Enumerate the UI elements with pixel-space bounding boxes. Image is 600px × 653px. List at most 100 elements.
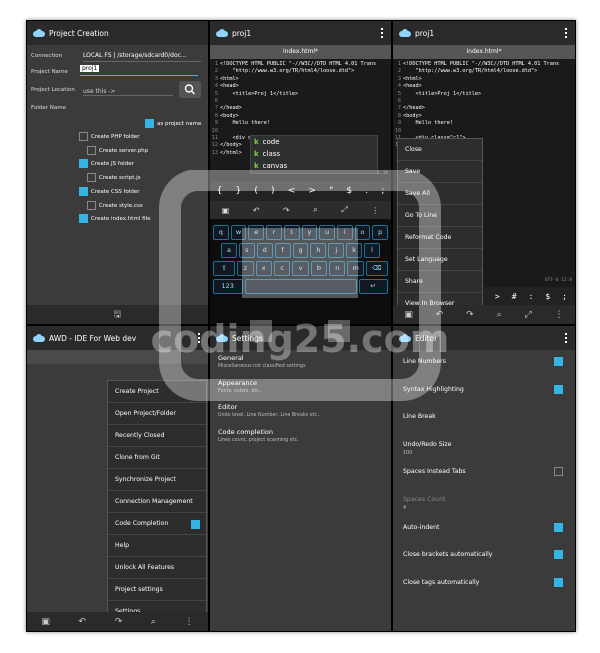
menu-item[interactable]: Close	[398, 139, 482, 161]
checkbox[interactable]	[79, 186, 88, 196]
key-q[interactable]: q	[213, 225, 229, 240]
checkbox[interactable]	[87, 145, 96, 155]
key-v[interactable]: v	[292, 261, 309, 276]
redo-icon[interactable]: ↷	[283, 206, 290, 215]
preference-item[interactable]: Syntax Highlighting	[403, 384, 563, 394]
project-location-input[interactable]: use this ->	[83, 88, 173, 96]
preference-checkbox[interactable]	[554, 384, 563, 394]
key-e[interactable]: e	[248, 225, 265, 240]
preference-item[interactable]: Line Break	[403, 413, 563, 420]
fullscreen-icon[interactable]: ⤢	[341, 205, 347, 215]
key-d[interactable]: d	[256, 243, 273, 258]
preference-checkbox[interactable]	[554, 550, 563, 560]
tab-index-html[interactable]: index.html*	[210, 45, 391, 59]
symbol-key[interactable]: >	[308, 186, 316, 196]
option-checkbox[interactable]: Create server.php	[87, 145, 148, 155]
checkbox[interactable]	[87, 200, 96, 210]
symbol-key[interactable]: "	[329, 186, 333, 196]
preference-checkbox[interactable]	[554, 522, 563, 532]
key-shift[interactable]: ⇧	[213, 261, 236, 276]
preference-item[interactable]: Spaces Count 4	[403, 496, 563, 511]
as-project-name-checkbox[interactable]: as project name	[145, 119, 201, 128]
undo-icon[interactable]: ↶	[436, 310, 444, 320]
key-numeric[interactable]: 123	[213, 279, 243, 294]
preference-item[interactable]: Close tags automatically	[403, 577, 563, 587]
key-g[interactable]: g	[292, 243, 309, 258]
key-n[interactable]: n	[329, 261, 346, 276]
key-h[interactable]: h	[310, 243, 327, 258]
suggestion-item[interactable]: k class	[251, 148, 377, 160]
key-r[interactable]: r	[266, 225, 282, 240]
settings-item[interactable]: Editor Undo level, Line Number, Line Brea…	[218, 403, 383, 418]
project-name-input[interactable]: proj1	[80, 65, 100, 72]
redo-icon[interactable]: ↷	[466, 310, 474, 320]
overflow-menu-icon[interactable]: ⋮	[555, 310, 564, 320]
option-checkbox[interactable]: Create index.html file	[79, 214, 150, 224]
key-y[interactable]: y	[301, 225, 318, 240]
menu-item[interactable]: Connection Management	[108, 491, 206, 513]
menu-item[interactable]: Open Project/Folder	[108, 403, 206, 425]
overflow-menu-icon[interactable]	[565, 333, 567, 343]
settings-item[interactable]: Appearance Fonts, colors, etc..	[218, 379, 383, 394]
option-checkbox[interactable]: Create CSS folder	[79, 186, 140, 196]
overflow-menu-icon[interactable]	[381, 28, 383, 38]
menu-item[interactable]: Share	[398, 271, 482, 293]
preference-item[interactable]: Undo/Redo Size 100	[403, 441, 563, 456]
key-k[interactable]: k	[346, 243, 363, 258]
suggestion-item[interactable]: k canvas	[251, 160, 377, 172]
key-x[interactable]: x	[255, 261, 272, 276]
undo-icon[interactable]: ↶	[79, 617, 87, 627]
search-icon[interactable]: ⌕	[313, 205, 317, 215]
save-icon[interactable]: 🖫	[114, 307, 122, 323]
symbol-key[interactable]: .	[365, 186, 368, 196]
key-m[interactable]: m	[347, 261, 364, 276]
overflow-menu-icon[interactable]	[198, 333, 200, 343]
key-j[interactable]: j	[328, 243, 345, 258]
symbol-key[interactable]: ;	[381, 186, 384, 196]
option-checkbox[interactable]: Create script.js	[87, 173, 141, 183]
key-f[interactable]: f	[274, 243, 291, 258]
browse-button[interactable]	[179, 81, 201, 98]
menu-item[interactable]: Clone from Git	[108, 447, 206, 469]
menu-item[interactable]: Save	[398, 161, 482, 183]
symbol-key[interactable]: <	[288, 186, 296, 196]
checkbox[interactable]	[79, 214, 88, 224]
symbol-key[interactable]: #	[512, 292, 517, 301]
menu-item[interactable]: Reformat Code	[398, 227, 482, 249]
search-icon[interactable]: ⌕	[497, 310, 502, 320]
menu-item[interactable]: Code Completion	[108, 513, 206, 535]
symbol-key[interactable]: $	[545, 292, 550, 301]
redo-icon[interactable]: ↷	[115, 617, 123, 627]
preference-item[interactable]: Spaces Instead Tabs	[403, 467, 563, 477]
file-icon[interactable]: ▣	[404, 310, 413, 320]
symbol-key[interactable]: $	[346, 186, 352, 196]
settings-item[interactable]: Code completion Lines count, project scan…	[218, 428, 383, 443]
menu-item[interactable]: Project settings	[108, 579, 206, 601]
option-checkbox[interactable]: Create JS folder	[79, 159, 134, 169]
overflow-menu-icon[interactable]	[565, 28, 567, 38]
preference-item[interactable]: Close brackets automatically	[403, 550, 563, 560]
menu-item[interactable]: Set Language	[398, 249, 482, 271]
file-icon[interactable]: ▣	[222, 206, 230, 215]
menu-item[interactable]: Synchronize Project	[108, 469, 206, 491]
key-l[interactable]: l	[364, 243, 381, 258]
menu-checkbox[interactable]	[191, 520, 200, 529]
file-icon[interactable]: ▣	[41, 617, 50, 627]
key-o[interactable]: o	[354, 225, 371, 240]
suggestion-item[interactable]: k code	[251, 136, 377, 148]
key-p[interactable]: p	[372, 225, 389, 240]
symbol-key[interactable]: )	[271, 186, 275, 196]
fullscreen-icon[interactable]: ⤢	[524, 310, 531, 320]
key-space[interactable]	[244, 279, 357, 294]
symbol-key[interactable]: {	[217, 186, 223, 196]
key-a[interactable]: a	[221, 243, 237, 258]
menu-item[interactable]: Recently Closed	[108, 425, 206, 447]
key-w[interactable]: w	[230, 225, 247, 240]
key-c[interactable]: c	[273, 261, 291, 276]
symbol-key[interactable]: >	[495, 292, 500, 301]
preference-checkbox[interactable]	[554, 467, 563, 477]
symbol-key[interactable]: (	[254, 186, 258, 196]
preference-item[interactable]: Auto-indent	[403, 522, 563, 532]
symbol-key[interactable]: :	[529, 292, 534, 301]
search-icon[interactable]: ⌕	[151, 617, 156, 627]
